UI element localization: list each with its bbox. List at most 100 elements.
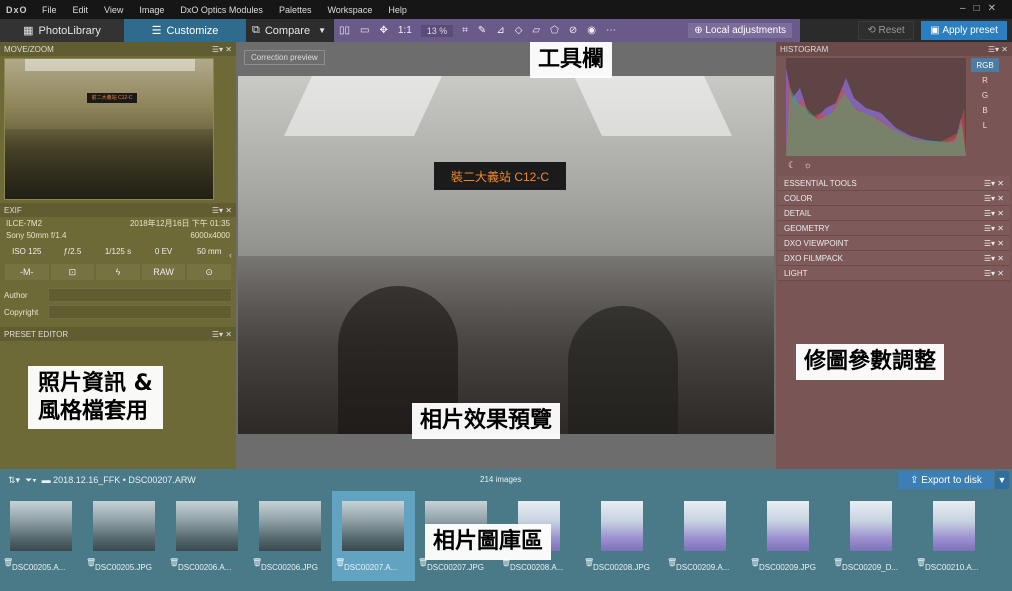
preset-editor-header[interactable]: PRESET EDITOR ☰▾ ✕ <box>0 327 236 341</box>
app-logo: DxO <box>6 4 28 15</box>
film-thumbnail-image <box>850 501 892 551</box>
ev-value: 0 EV <box>154 247 173 256</box>
film-thumbnail[interactable]: 🗑 DSC00209.JPG <box>747 491 830 581</box>
tab-compare[interactable]: ⧉ Compare ▼ <box>246 19 332 42</box>
perspective-rect-icon[interactable]: ▱ <box>527 25 545 36</box>
tab-photolibrary-label: PhotoLibrary <box>38 24 101 37</box>
grid-overlay-icon[interactable]: ⋯ <box>601 25 621 36</box>
menu-file[interactable]: File <box>34 5 65 15</box>
tab-customize-label: Customize <box>166 24 219 37</box>
film-thumbnail[interactable]: 🗑 DSC00209_D... <box>830 491 913 581</box>
panel-menu-close-icon[interactable]: ☰▾ ✕ <box>988 45 1008 54</box>
reset-button[interactable]: ⟲ Reset <box>858 21 914 40</box>
filter-icon[interactable]: ⏷▾ <box>25 475 42 486</box>
panel-menu-close-icon[interactable]: ☰▾ ✕ <box>984 179 1004 188</box>
panel-menu-close-icon[interactable]: ☰▾ ✕ <box>984 224 1004 233</box>
zoom-percent-select[interactable]: 13 % <box>420 24 454 37</box>
menu-palettes[interactable]: Palettes <box>271 5 320 15</box>
tab-photolibrary[interactable]: ▦ PhotoLibrary <box>0 19 124 42</box>
film-thumbnail[interactable]: 🗑 DSC00210.A... <box>913 491 996 581</box>
eye-icon[interactable]: ◉ <box>582 25 601 36</box>
palette-label: DXO FILMPACK <box>784 253 843 263</box>
channel-l[interactable]: L <box>971 118 999 132</box>
eyedropper-icon[interactable]: ✎ <box>473 25 491 36</box>
horizon-icon[interactable]: ⊿ <box>491 25 509 36</box>
fit-icon[interactable]: ▭ <box>355 25 374 36</box>
channel-rgb[interactable]: RGB <box>971 58 999 72</box>
zoom-ratio-button[interactable]: 1:1 <box>393 25 417 36</box>
annotation-center: 相片效果預覽 <box>412 403 561 439</box>
panel-menu-close-icon[interactable]: ☰▾ ✕ <box>984 254 1004 263</box>
location-icon: ⊙ <box>187 264 231 280</box>
sort-icon[interactable]: ⇅▾ <box>8 475 25 486</box>
channel-b[interactable]: B <box>971 103 999 117</box>
menu-help[interactable]: Help <box>380 5 415 15</box>
perspective-icon[interactable]: ◇ <box>510 25 528 36</box>
sun-icon[interactable]: ☼ <box>804 160 812 170</box>
palette-light[interactable]: LIGHT ☰▾ ✕ <box>778 266 1010 281</box>
menu-view[interactable]: View <box>96 5 131 15</box>
film-filename: DSC00207.A... <box>344 563 398 572</box>
chevron-down-icon[interactable]: ▼ <box>318 26 326 35</box>
film-thumbnail-image <box>684 501 726 551</box>
channel-g[interactable]: G <box>971 88 999 102</box>
move-icon[interactable]: ✥ <box>374 25 392 36</box>
histogram-svg <box>786 68 966 156</box>
copyright-field[interactable] <box>48 305 232 319</box>
film-thumbnail[interactable]: 🗑 DSC00208.JPG <box>581 491 664 581</box>
tab-customize[interactable]: ☰ Customize <box>124 19 246 42</box>
navigator-thumbnail[interactable]: 前二大義站 C12-C <box>4 58 214 200</box>
local-adjustments-button[interactable]: ⊕ Local adjustments <box>688 23 792 38</box>
folder-path[interactable]: 2018.12.16_FFK <box>53 475 120 485</box>
window-controls[interactable]: –□✕ <box>960 3 1004 14</box>
photo-preview[interactable]: 裝二大義站 C12-C <box>238 76 774 434</box>
crop-icon[interactable]: ⌗ <box>457 25 473 36</box>
correction-preview-button[interactable]: Correction preview <box>244 50 325 65</box>
channel-r[interactable]: R <box>971 73 999 87</box>
film-thumbnail-image <box>259 501 321 551</box>
palette-essential-tools[interactable]: ESSENTIAL TOOLS ☰▾ ✕ <box>778 176 1010 191</box>
perspective-8-icon[interactable]: ⬠ <box>545 25 564 36</box>
right-panel: HISTOGRAM ☰▾ ✕ RGB R G B L ☾ ☼ ESSENTIAL … <box>776 42 1012 469</box>
export-dropdown[interactable]: ▼ <box>995 471 1009 489</box>
film-thumbnail-image <box>933 501 975 551</box>
menu-optics-modules[interactable]: DxO Optics Modules <box>172 5 271 15</box>
repair-icon[interactable]: ⊘ <box>564 25 582 36</box>
panel-menu-close-icon[interactable]: ☰▾ ✕ <box>984 209 1004 218</box>
movezoom-header[interactable]: MOVE/ZOOM ☰▾ ✕ <box>0 42 236 56</box>
histogram-header[interactable]: HISTOGRAM ☰▾ ✕ <box>776 42 1012 56</box>
palette-label: GEOMETRY <box>784 223 830 233</box>
apply-preset-label: Apply preset <box>942 25 998 36</box>
film-thumbnail[interactable]: 🗑 DSC00205.JPG <box>83 491 166 581</box>
panel-menu-close-icon[interactable]: ☰▾ ✕ <box>984 239 1004 248</box>
palette-dxo-viewpoint[interactable]: DXO VIEWPOINT ☰▾ ✕ <box>778 236 1010 251</box>
palette-dxo-filmpack[interactable]: DXO FILMPACK ☰▾ ✕ <box>778 251 1010 266</box>
panel-menu-close-icon[interactable]: ☰▾ ✕ <box>212 45 232 54</box>
author-row: Author <box>0 288 236 302</box>
author-field[interactable] <box>48 288 232 302</box>
apply-preset-button[interactable]: ▣ Apply preset <box>921 21 1007 40</box>
film-thumbnail-image <box>10 501 72 551</box>
palette-color[interactable]: COLOR ☰▾ ✕ <box>778 191 1010 206</box>
film-thumbnail[interactable]: 🗑 DSC00206.A... <box>166 491 249 581</box>
exif-title: EXIF <box>4 205 22 215</box>
film-filename: DSC00206.JPG <box>261 563 318 572</box>
film-thumbnail[interactable]: 🗑 DSC00205.A... <box>0 491 83 581</box>
panel-menu-close-icon[interactable]: ☰▾ ✕ <box>212 330 232 339</box>
split-view-icon[interactable]: ▯▯ <box>334 25 355 36</box>
palette-geometry[interactable]: GEOMETRY ☰▾ ✕ <box>778 221 1010 236</box>
film-thumbnail[interactable]: 🗑 DSC00209.A... <box>664 491 747 581</box>
panel-menu-close-icon[interactable]: ☰▾ ✕ <box>984 269 1004 278</box>
export-to-disk-button[interactable]: ⇪ Export to disk <box>898 471 994 489</box>
film-thumbnail[interactable]: 🗑 DSC00206.JPG <box>249 491 332 581</box>
panel-menu-close-icon[interactable]: ☰▾ ✕ <box>984 194 1004 203</box>
palette-detail[interactable]: DETAIL ☰▾ ✕ <box>778 206 1010 221</box>
collapse-left-icon[interactable]: ‹ <box>229 250 232 260</box>
menu-workspace[interactable]: Workspace <box>319 5 380 15</box>
moon-icon[interactable]: ☾ <box>788 160 796 170</box>
menu-image[interactable]: Image <box>131 5 172 15</box>
exif-header[interactable]: EXIF ☰▾ ✕ <box>0 203 236 217</box>
panel-menu-close-icon[interactable]: ☰▾ ✕ <box>212 206 232 215</box>
menu-edit[interactable]: Edit <box>65 5 97 15</box>
film-thumbnail[interactable]: 🗑 DSC00207.A... <box>332 491 415 581</box>
